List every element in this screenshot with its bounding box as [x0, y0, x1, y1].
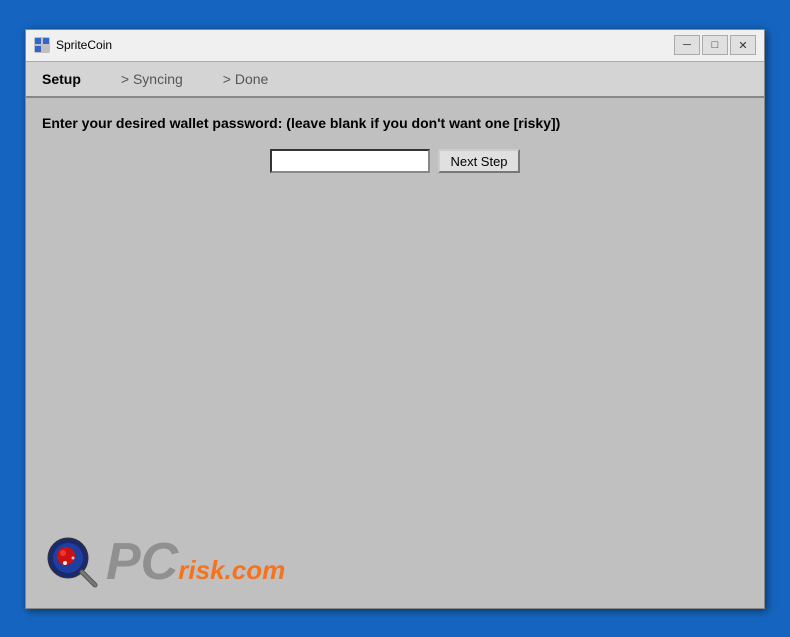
nav-bar: Setup > Syncing > Done [26, 62, 764, 98]
password-input[interactable] [270, 149, 430, 173]
window-controls: ─ □ ✕ [674, 35, 756, 55]
title-bar: SpriteCoin ─ □ ✕ [26, 30, 764, 62]
pc-text: PC [106, 536, 178, 588]
input-row: Next Step [42, 149, 748, 173]
prompt-text: Enter your desired wallet password: (lea… [42, 114, 748, 134]
nav-item-setup: Setup [42, 71, 121, 87]
magnifier-icon [46, 536, 98, 588]
window-title: SpriteCoin [56, 38, 674, 52]
risk-text: risk [178, 557, 224, 583]
content-area: Enter your desired wallet password: (lea… [26, 98, 764, 608]
dot-com-text: .com [225, 555, 286, 586]
app-window: SpriteCoin ─ □ ✕ Setup > Syncing > Done … [25, 29, 765, 609]
nav-item-syncing: > Syncing [121, 71, 223, 87]
spritecoin-icon [34, 37, 50, 53]
maximize-button[interactable]: □ [702, 35, 728, 55]
minimize-button[interactable]: ─ [674, 35, 700, 55]
watermark: PC risk .com [46, 536, 285, 588]
next-step-button[interactable]: Next Step [438, 149, 519, 173]
close-button[interactable]: ✕ [730, 35, 756, 55]
pcrisk-logo-text: PC risk .com [106, 536, 285, 588]
nav-item-done: > Done [223, 71, 309, 87]
